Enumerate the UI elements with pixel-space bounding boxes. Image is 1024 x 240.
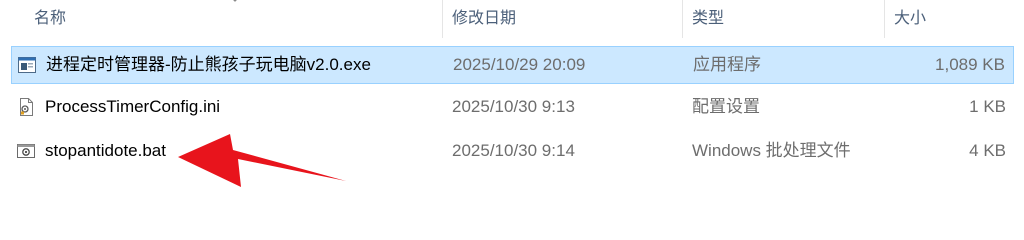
ini-icon bbox=[20, 98, 33, 116]
column-header-name-label: 名称 bbox=[34, 10, 67, 27]
column-header-date-label: 修改日期 bbox=[452, 10, 517, 27]
column-header-type-label: 类型 bbox=[692, 10, 725, 27]
column-header-date-modified[interactable]: 修改日期 bbox=[444, 0, 682, 38]
file-type: Windows 批处理文件 bbox=[692, 141, 851, 160]
file-size: 4 KB bbox=[969, 141, 1006, 160]
file-explorer-list: 名称 修改日期 类型 大小 进程定时管理器-防止熊孩子玩电脑v2.0.exe 2… bbox=[0, 0, 1024, 226]
file-type: 应用程序 bbox=[693, 55, 761, 74]
file-date-modified: 2025/10/30 9:13 bbox=[452, 97, 575, 116]
column-header-name[interactable]: 名称 bbox=[26, 0, 441, 38]
file-type: 配置设置 bbox=[692, 97, 760, 116]
column-divider[interactable] bbox=[884, 0, 885, 38]
column-header-type[interactable]: 类型 bbox=[684, 0, 884, 38]
file-row[interactable]: 进程定时管理器-防止熊孩子玩电脑v2.0.exe 2025/10/29 20:0… bbox=[11, 46, 1014, 84]
file-name: ProcessTimerConfig.ini bbox=[45, 97, 221, 116]
column-header-size-label: 大小 bbox=[894, 10, 927, 27]
file-date-modified: 2025/10/29 20:09 bbox=[453, 55, 586, 74]
file-row[interactable]: ProcessTimerConfig.ini 2025/10/30 9:13 配… bbox=[11, 89, 1014, 127]
column-divider[interactable] bbox=[442, 0, 443, 38]
file-row[interactable]: stopantidote.bat 2025/10/30 9:14 Windows… bbox=[11, 133, 1014, 171]
file-date-modified: 2025/10/30 9:14 bbox=[452, 141, 575, 160]
exe-icon bbox=[18, 57, 36, 73]
file-name: stopantidote.bat bbox=[45, 141, 166, 160]
column-divider[interactable] bbox=[682, 0, 683, 38]
file-size: 1 KB bbox=[969, 97, 1006, 116]
bat-icon bbox=[17, 144, 35, 158]
column-header-bar: 名称 修改日期 类型 大小 bbox=[0, 0, 1024, 38]
file-size: 1,089 KB bbox=[935, 55, 1005, 74]
file-name: 进程定时管理器-防止熊孩子玩电脑v2.0.exe bbox=[46, 55, 371, 74]
column-header-size[interactable]: 大小 bbox=[886, 0, 1016, 38]
